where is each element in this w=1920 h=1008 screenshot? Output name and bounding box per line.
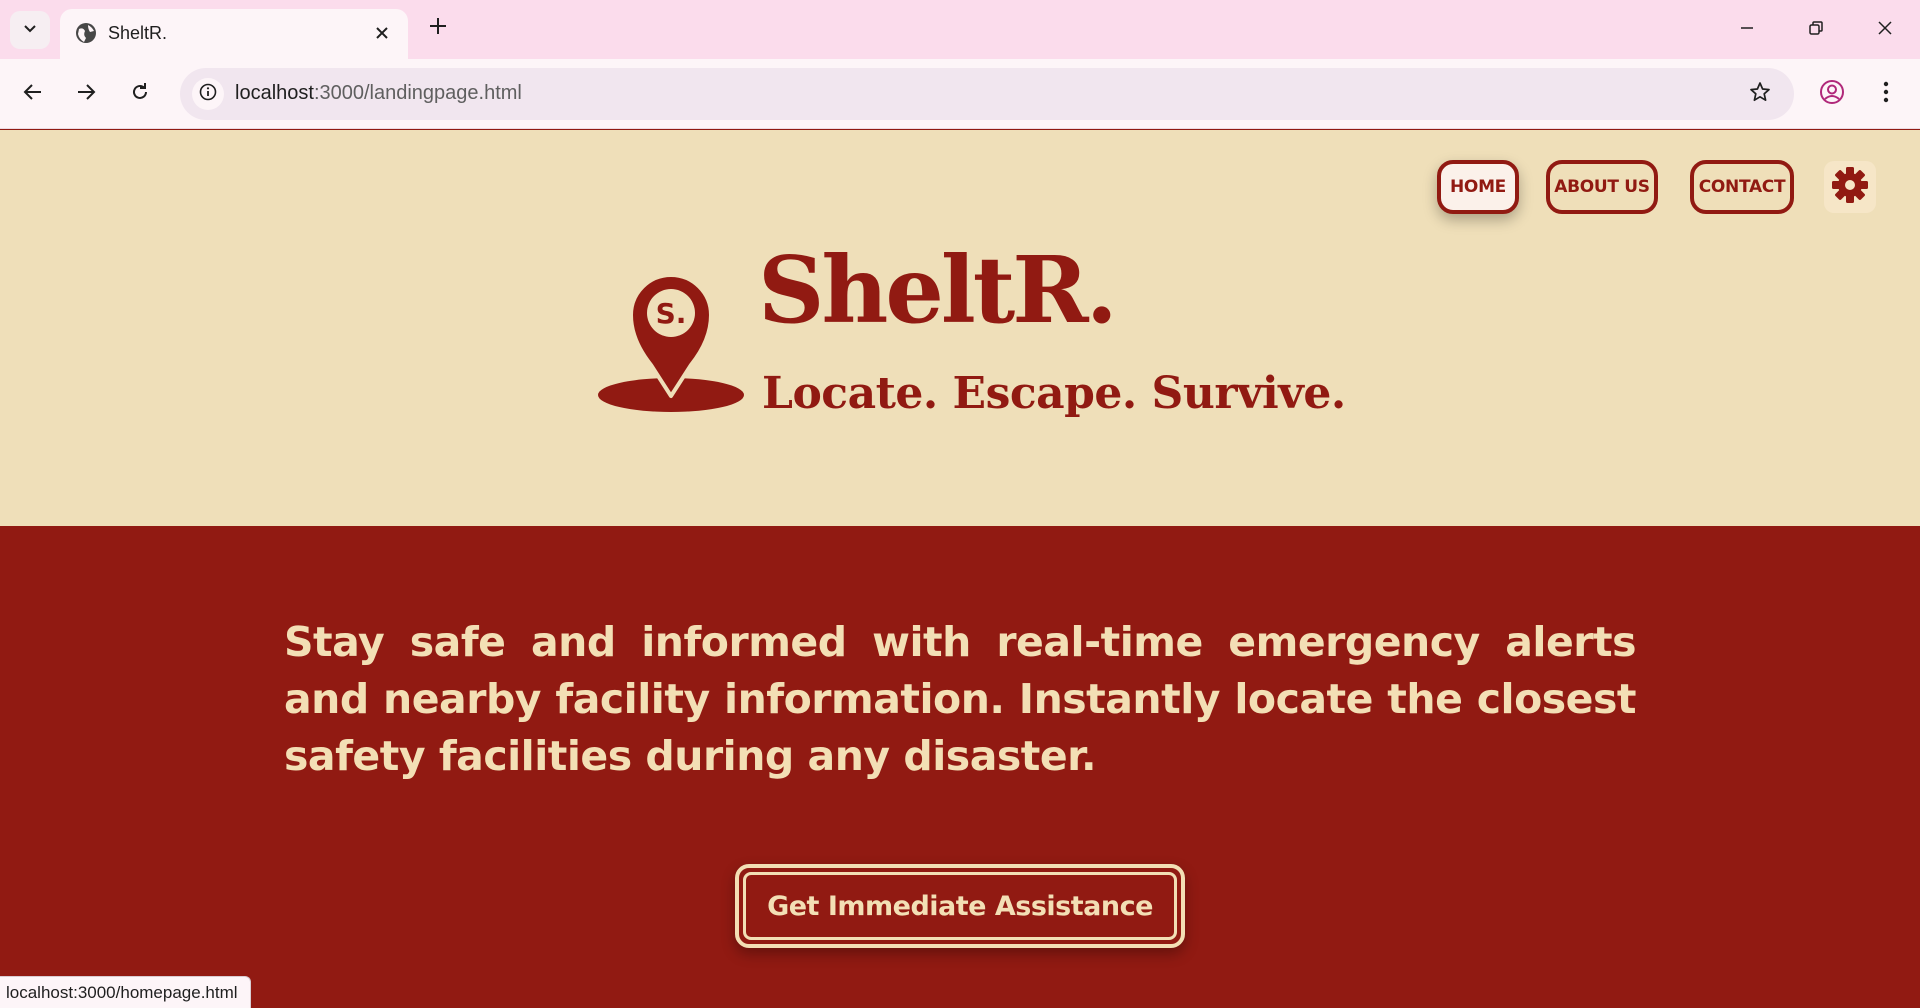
brand-title: SheltR. xyxy=(758,236,1118,344)
new-tab-button[interactable] xyxy=(424,14,452,42)
window-close-button[interactable] xyxy=(1862,12,1908,48)
cta-label: Get Immediate Assistance xyxy=(743,872,1177,940)
url-path: :3000/landingpage.html xyxy=(313,82,522,104)
window-close-icon xyxy=(1877,20,1893,41)
back-button[interactable] xyxy=(15,76,51,112)
get-immediate-assistance-button[interactable]: Get Immediate Assistance xyxy=(735,864,1185,948)
restore-button[interactable] xyxy=(1793,12,1839,48)
tab-search-button[interactable] xyxy=(10,11,50,49)
browser-menu-button[interactable] xyxy=(1868,76,1904,112)
close-icon[interactable] xyxy=(368,19,396,47)
browser-tab-bar: SheltR. xyxy=(0,0,1920,59)
brand-tagline: Locate. Escape. Survive. xyxy=(762,368,1346,419)
nav-about-us[interactable]: ABOUT US xyxy=(1546,160,1658,214)
url-host: localhost xyxy=(235,82,314,104)
address-bar[interactable]: localhost:3000/landingpage.html xyxy=(180,68,1794,120)
reload-icon xyxy=(130,82,150,107)
lead-paragraph: Stay safe and informed with real-time em… xyxy=(284,618,1637,780)
chevron-down-icon xyxy=(22,20,38,41)
hero-header: HOME ABOUT US CONTACT S. SheltR. Locate.… xyxy=(0,130,1920,526)
back-icon xyxy=(23,82,43,107)
forward-icon xyxy=(76,82,96,107)
status-bar-link-preview: localhost:3000/homepage.html xyxy=(0,976,251,1008)
profile-button[interactable] xyxy=(1814,76,1850,112)
logo-pin-icon: S. xyxy=(596,270,746,418)
url-text[interactable]: localhost:3000/landingpage.html xyxy=(235,82,522,105)
forward-button[interactable] xyxy=(68,76,104,112)
reload-button[interactable] xyxy=(122,76,158,112)
gear-icon xyxy=(1831,166,1869,209)
nav-contact[interactable]: CONTACT xyxy=(1690,160,1794,214)
logo-mark-text: S. xyxy=(656,297,687,330)
plus-icon xyxy=(429,17,447,40)
minimize-button[interactable] xyxy=(1724,12,1770,48)
bookmark-button[interactable] xyxy=(1746,80,1774,108)
settings-button[interactable] xyxy=(1824,161,1876,213)
globe-icon xyxy=(74,21,98,45)
kebab-menu-icon xyxy=(1883,81,1889,108)
page: HOME ABOUT US CONTACT S. SheltR. Locate.… xyxy=(0,130,1920,1008)
restore-icon xyxy=(1808,20,1824,41)
tab-title: SheltR. xyxy=(108,23,168,43)
browser-tab[interactable]: SheltR. xyxy=(60,9,408,59)
profile-icon xyxy=(1819,79,1845,110)
minimize-icon xyxy=(1739,20,1755,41)
browser-toolbar: localhost:3000/landingpage.html xyxy=(0,59,1920,129)
info-icon xyxy=(199,83,217,106)
nav-home[interactable]: HOME xyxy=(1437,160,1519,214)
site-info-button[interactable] xyxy=(192,78,224,110)
star-icon xyxy=(1749,81,1771,108)
